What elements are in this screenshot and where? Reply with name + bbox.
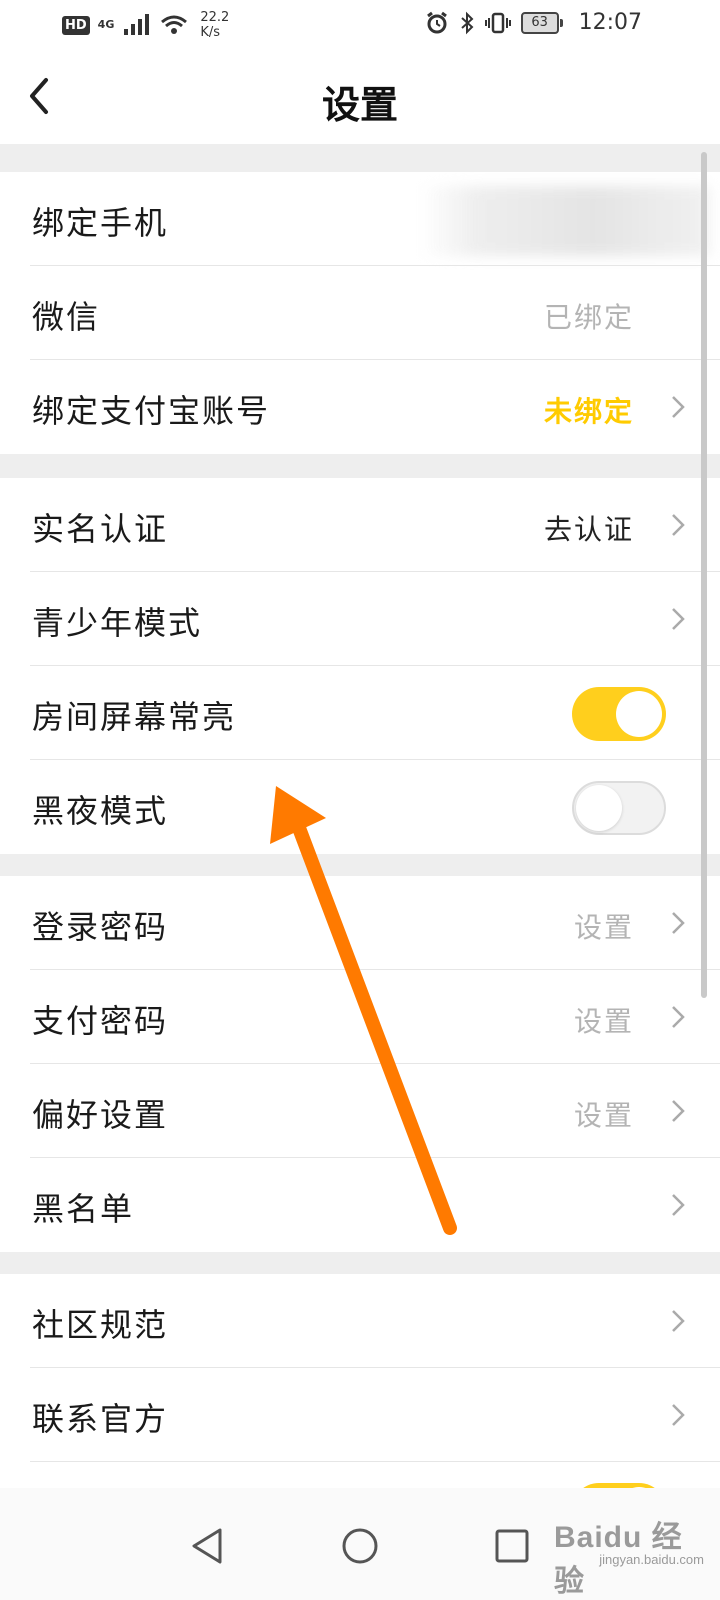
row-label: 社区规范 [32, 1306, 169, 1344]
chevron-right-icon [672, 1194, 685, 1216]
nav-recents-button[interactable] [492, 1526, 532, 1566]
row-bind-phone[interactable]: 绑定手机 [0, 172, 720, 266]
row-label: 黑名单 [32, 1190, 135, 1228]
alarm-icon [426, 11, 447, 33]
row-label: 支付密码 [32, 1002, 169, 1040]
row-label: 登录密码 [32, 908, 169, 946]
row-label: 青少年模式 [32, 604, 203, 642]
hd-badge: HD [62, 15, 90, 35]
alipay-status: 未绑定 [543, 395, 634, 428]
row-label: 偏好设置 [32, 1096, 169, 1134]
row-label: 房间屏幕常亮 [32, 698, 237, 736]
wifi-icon [161, 15, 188, 34]
chevron-right-icon [672, 1310, 685, 1332]
network-speed: 22.2 K/s [200, 10, 229, 40]
row-payment-password[interactable]: 支付密码 设置 [0, 970, 720, 1064]
vibrate-icon [484, 12, 511, 33]
clock: 12:07 [578, 10, 642, 35]
row-preferences[interactable]: 偏好设置 设置 [0, 1064, 720, 1158]
triangle-back-icon [192, 1528, 222, 1564]
account-binding-group: 绑定手机 微信 已绑定 绑定支付宝账号 未绑定 [0, 172, 720, 454]
watermark-sub: jingyan.baidu.com [599, 1552, 704, 1567]
row-label: 微信 [32, 298, 101, 336]
row-contact-official[interactable]: 联系官方 [0, 1368, 720, 1462]
status-left: HD 4G 22.2 K/s [62, 10, 229, 40]
title-bar: 设置 [0, 48, 720, 144]
toggle-knob [576, 785, 622, 831]
night-mode-toggle[interactable] [572, 781, 666, 835]
row-label: 黑夜模式 [32, 792, 169, 830]
row-login-password[interactable]: 登录密码 设置 [0, 876, 720, 970]
status-right: 63 12:07 [425, 10, 642, 35]
chevron-right-icon [672, 1404, 685, 1426]
wechat-status: 已绑定 [543, 301, 634, 334]
chevron-right-icon [672, 1100, 685, 1122]
system-nav-bar: Baidu 经验 jingyan.baidu.com [0, 1488, 720, 1600]
row-label: 实名认证 [32, 510, 169, 548]
row-label: 绑定手机 [32, 204, 169, 242]
chevron-right-icon [672, 912, 685, 934]
row-community-guidelines[interactable]: 社区规范 [0, 1274, 720, 1368]
battery-indicator: 63 [520, 11, 563, 34]
row-night-mode: 黑夜模式 [0, 760, 720, 854]
row-value: 设置 [573, 1099, 634, 1132]
phone-number-masked [420, 186, 710, 256]
row-bind-alipay[interactable]: 绑定支付宝账号 未绑定 [0, 360, 720, 454]
row-blacklist[interactable]: 黑名单 [0, 1158, 720, 1252]
chevron-right-icon [672, 608, 685, 630]
row-value: 设置 [573, 911, 634, 944]
screen-always-on-toggle[interactable] [572, 687, 666, 741]
circle-home-icon [342, 1528, 378, 1564]
nav-back-button[interactable] [188, 1526, 228, 1566]
battery-tip [559, 18, 563, 27]
row-wechat[interactable]: 微信 已绑定 [0, 266, 720, 360]
speed-value: 22.2 [200, 10, 230, 25]
page-title: 设置 [321, 82, 398, 127]
bluetooth-icon [460, 11, 474, 34]
chevron-right-icon [672, 514, 685, 536]
row-teen-mode[interactable]: 青少年模式 [0, 572, 720, 666]
square-recents-icon [495, 1529, 529, 1563]
signal-icon [124, 14, 150, 35]
speed-unit: K/s [200, 25, 221, 40]
row-screen-always-on: 房间屏幕常亮 [0, 666, 720, 760]
row-label: 绑定支付宝账号 [32, 392, 271, 430]
chevron-right-icon [672, 1006, 685, 1028]
network-type: 4G [97, 18, 115, 31]
status-bar: HD 4G 22.2 K/s 63 12:07 [0, 0, 720, 48]
battery-level: 63 [520, 11, 559, 34]
security-group: 登录密码 设置 支付密码 设置 偏好设置 设置 黑名单 [0, 876, 720, 1252]
nav-home-button[interactable] [340, 1526, 380, 1566]
scrollbar[interactable] [701, 152, 707, 998]
chevron-right-icon [672, 396, 685, 418]
toggle-knob [616, 691, 662, 737]
mode-settings-group: 实名认证 去认证 青少年模式 房间屏幕常亮 黑夜模式 [0, 478, 720, 854]
row-value: 设置 [573, 1005, 634, 1038]
baidu-watermark: Baidu 经验 jingyan.baidu.com [554, 1512, 704, 1598]
row-real-name-auth[interactable]: 实名认证 去认证 [0, 478, 720, 572]
row-label: 联系官方 [32, 1400, 169, 1438]
auth-status: 去认证 [543, 513, 634, 546]
